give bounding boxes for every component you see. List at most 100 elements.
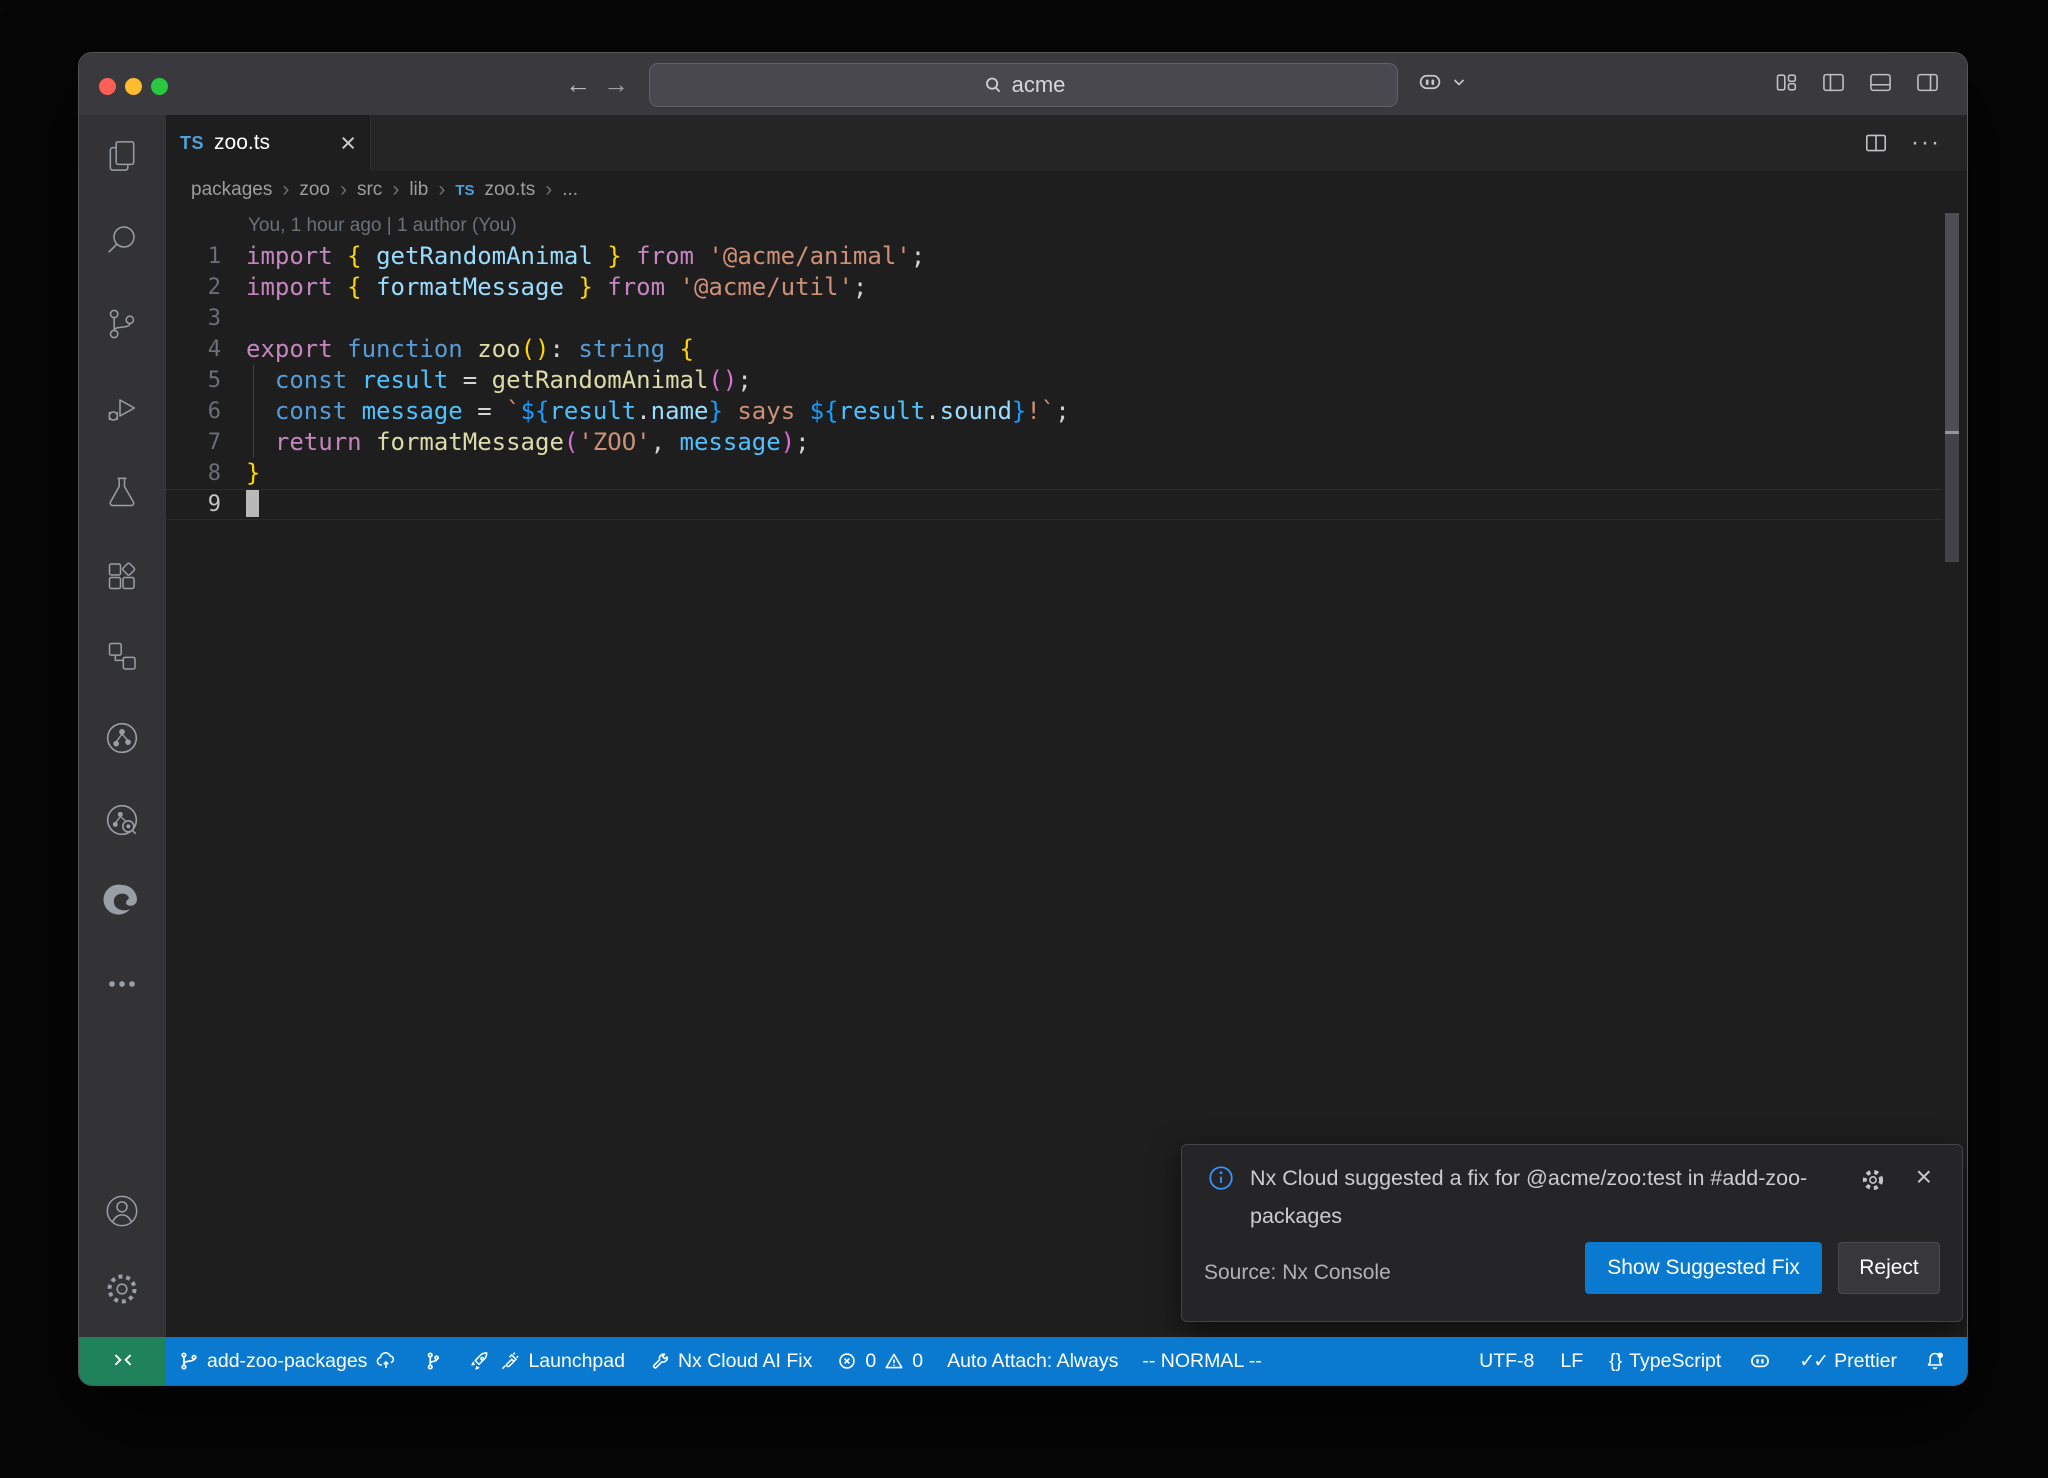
code-line-8[interactable]: 8} (166, 458, 1943, 489)
copilot-icon (1415, 67, 1445, 97)
command-center-search[interactable]: acme (649, 63, 1398, 107)
launchpad-label: Launchpad (528, 1350, 625, 1373)
encoding-status[interactable]: UTF-8 (1479, 1350, 1534, 1373)
reject-button[interactable]: Reject (1838, 1242, 1940, 1294)
code-line-9[interactable]: 9 (166, 489, 1943, 520)
split-editor-icon[interactable] (1863, 130, 1889, 156)
breadcrumb-file[interactable]: zoo.ts (485, 179, 536, 201)
code-line-6[interactable]: 6 const message = `${result.name} says $… (166, 396, 1943, 427)
macos-zoom-button[interactable] (151, 78, 168, 95)
nx-cloud-icon[interactable] (102, 800, 142, 840)
breadcrumb-item[interactable]: zoo (299, 179, 330, 201)
toggle-panel-icon[interactable] (1867, 69, 1894, 96)
notification-close-icon[interactable]: × (1916, 1161, 1932, 1193)
copilot-status[interactable] (1747, 1348, 1773, 1374)
search-query: acme (1012, 72, 1066, 98)
line-number: 3 (166, 303, 221, 334)
warnings-icon (883, 1350, 905, 1372)
navigate-forward-button[interactable]: → (599, 67, 633, 101)
notifications-status[interactable] (1923, 1349, 1947, 1373)
problems-status[interactable]: 0 0 (836, 1350, 923, 1373)
breadcrumb-overflow[interactable]: ... (562, 179, 578, 201)
git-branch-icon (178, 1350, 200, 1372)
chevron-right-icon: › (545, 178, 552, 202)
search-icon (982, 74, 1004, 96)
notification-toast: Nx Cloud suggested a fix for @acme/zoo:t… (1181, 1144, 1963, 1322)
tab-zoo-ts[interactable]: TS zoo.ts × (166, 115, 371, 171)
code-line-5[interactable]: 5 const result = getRandomAnimal(); (166, 365, 1943, 396)
editor-actions: ··· (1863, 115, 1941, 171)
scrollbar-slider-lower[interactable] (1945, 434, 1959, 562)
chevron-right-icon: › (438, 178, 445, 202)
remote-explorer-icon[interactable] (102, 636, 142, 676)
settings-gear-icon[interactable] (102, 1269, 142, 1309)
vim-mode-status[interactable]: -- NORMAL -- (1142, 1350, 1262, 1373)
macos-minimize-button[interactable] (125, 78, 142, 95)
line-number: 7 (166, 427, 221, 458)
status-bar: add-zoo-packages Launchpad Nx Cloud AI F… (79, 1337, 1967, 1385)
git-blame-annotation: You, 1 hour ago | 1 author (You) (248, 211, 517, 241)
nx-console-icon[interactable] (102, 718, 142, 758)
toggle-primary-sidebar-icon[interactable] (1820, 69, 1847, 96)
source-control-icon[interactable] (102, 304, 142, 344)
extensions-icon[interactable] (102, 556, 142, 596)
code-line-1[interactable]: 1import { getRandomAnimal } from '@acme/… (166, 241, 1943, 272)
notification-settings-icon[interactable] (1860, 1167, 1886, 1193)
chevron-down-icon (1451, 74, 1467, 90)
copilot-menu-button[interactable] (1415, 67, 1467, 97)
macos-close-button[interactable] (99, 78, 116, 95)
code-line-4[interactable]: 4export function zoo(): string { (166, 334, 1943, 365)
language-status[interactable]: {} TypeScript (1609, 1350, 1721, 1373)
cloud-upload-icon (374, 1349, 398, 1373)
line-number: 2 (166, 272, 221, 303)
launchpad-status[interactable]: Launchpad (468, 1350, 625, 1373)
plug-icon (498, 1350, 521, 1373)
explorer-icon[interactable] (102, 136, 142, 176)
layout-controls (1773, 69, 1941, 96)
nx-cloud-ai-fix-status[interactable]: Nx Cloud AI Fix (649, 1350, 812, 1373)
line-number: 4 (166, 334, 221, 365)
double-check-icon: ✓✓ (1799, 1350, 1827, 1373)
line-number: 9 (166, 489, 221, 520)
edge-browser-icon[interactable] (102, 880, 142, 920)
line-number: 6 (166, 396, 221, 427)
line-number: 8 (166, 458, 221, 489)
breadcrumb-item[interactable]: src (357, 179, 382, 201)
typescript-file-icon: TS (180, 133, 204, 154)
code-line-3[interactable]: 3 (166, 303, 1943, 334)
formatter-status[interactable]: ✓✓ Prettier (1799, 1350, 1897, 1373)
breadcrumb: packages › zoo › src › lib › TS zoo.ts ›… (166, 171, 1967, 209)
wrench-icon (649, 1350, 671, 1372)
editor-cursor (246, 490, 259, 517)
errors-icon (836, 1350, 858, 1372)
chevron-right-icon: › (340, 178, 347, 202)
tab-label: zoo.ts (214, 131, 270, 155)
git-graph-status[interactable] (422, 1350, 444, 1372)
desktop-background: ← → acme (0, 0, 2048, 1478)
auto-attach-status[interactable]: Auto Attach: Always (947, 1350, 1118, 1373)
more-actions-icon[interactable]: ··· (1911, 138, 1941, 148)
git-branch-status[interactable]: add-zoo-packages (178, 1349, 398, 1373)
activity-bar (79, 115, 166, 1337)
run-debug-icon[interactable] (102, 388, 142, 428)
testing-icon[interactable] (102, 472, 142, 512)
more-views-icon[interactable] (102, 964, 142, 1004)
toggle-secondary-sidebar-icon[interactable] (1914, 69, 1941, 96)
scrollbar-slider[interactable] (1945, 213, 1959, 431)
code-editor[interactable]: 1import { getRandomAnimal } from '@acme/… (166, 241, 1943, 520)
statusbar-right: UTF-8 LF {} TypeScript ✓✓ Prettier (1479, 1337, 1947, 1385)
customize-layout-icon[interactable] (1773, 69, 1800, 96)
show-suggested-fix-button[interactable]: Show Suggested Fix (1585, 1242, 1822, 1294)
copilot-icon (1747, 1348, 1773, 1374)
eol-status[interactable]: LF (1560, 1350, 1583, 1373)
breadcrumb-item[interactable]: lib (409, 179, 428, 201)
nx-fix-label: Nx Cloud AI Fix (678, 1350, 812, 1373)
code-line-7[interactable]: 7 return formatMessage('ZOO', message); (166, 427, 1943, 458)
search-view-icon[interactable] (102, 220, 142, 260)
remote-indicator[interactable] (79, 1337, 166, 1385)
breadcrumb-item[interactable]: packages (191, 179, 272, 201)
navigate-back-button[interactable]: ← (561, 67, 595, 101)
account-icon[interactable] (102, 1191, 142, 1231)
tab-close-icon[interactable]: × (340, 133, 356, 153)
code-line-2[interactable]: 2import { formatMessage } from '@acme/ut… (166, 272, 1943, 303)
